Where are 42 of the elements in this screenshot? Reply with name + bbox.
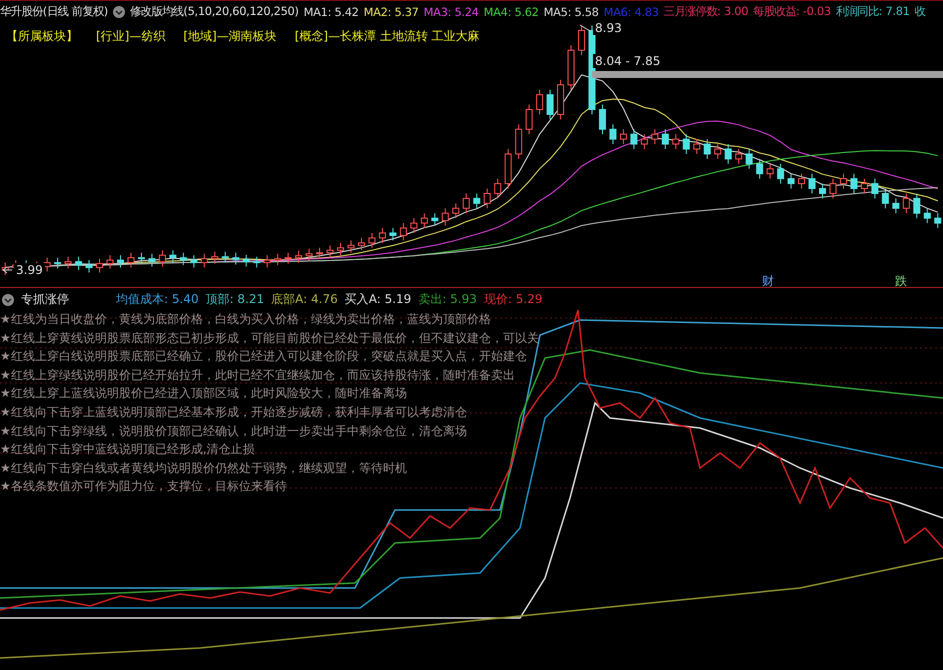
indicator-label: 收 xyxy=(914,4,926,19)
price-label: 8.93 xyxy=(593,21,624,35)
note-text: ★红线为当日收盘价，黄线为底部价格，白线为买入价格，绿线为卖出价格，蓝线为顶部价格 xyxy=(0,311,491,328)
indicator-value: 买入A: 5.19 xyxy=(344,291,412,308)
stock-title: 华升股份(日线 前复权) xyxy=(0,4,108,19)
indicator-value: 底部A: 4.76 xyxy=(271,291,338,308)
indicator-value: 卖出: 5.93 xyxy=(418,291,477,308)
indicator-value: 每股收益: -0.03 xyxy=(753,4,831,19)
note-text: ★红线向下击穿绿线，说明股价顶部已经确认，此时进一步卖出手中剩余仓位，清仓离场 xyxy=(0,422,467,440)
leader-line xyxy=(580,24,590,32)
price-label: 3.99 xyxy=(14,263,45,277)
indicator-value: MA3: 5.24 xyxy=(424,4,479,18)
indicator-value: MA6: 4.83 xyxy=(604,4,659,18)
note-text: ★红线向下击穿白线或者黄线均说明股价仍然处于弱势，继续观望，等待时机 xyxy=(0,460,407,477)
note-text: ★红线上穿上蓝线说明股价已经进入顶部区域，此时风险较大，随时准备离场 xyxy=(0,385,407,402)
note-text: ★红线上穿绿线说明股价已经开始拉升，此时已经不宜继续加仓，而应该持股待涨，随时准备卖出 xyxy=(0,366,515,384)
arrow-icon xyxy=(2,266,12,274)
note-text: ★红线上穿白线说明股票底部已经确立，股价已经进入可以建仓阶段，突破点就是买入点，开始建仓 xyxy=(0,348,527,366)
indicator-value: MA5: 5.58 xyxy=(544,4,599,18)
indicator-name: 修改版均线(5,10,20,60,120,250) xyxy=(130,4,299,19)
price-range-label: 8.04 - 7.85 xyxy=(593,54,662,68)
indicator-value: 三月涨停数: 3.00 xyxy=(664,4,748,19)
dropdown-icon[interactable] xyxy=(2,294,14,306)
sector-tag[interactable]: [行业]—纺织 xyxy=(96,28,166,45)
sector-tag[interactable]: [地域]—湖南板块 xyxy=(183,28,277,45)
indicator-value: 现价: 5.29 xyxy=(484,291,542,308)
indicator-value: MA1: 5.42 xyxy=(304,4,359,18)
dropdown-icon[interactable] xyxy=(112,6,125,18)
event-marker[interactable]: 跌 xyxy=(895,273,907,290)
note-text: ★红线上穿黄线说明股票底部形态已初步形成，可能目前股价已经处于最低价，但不建议建仓，可以关 xyxy=(0,330,539,347)
event-marker[interactable]: 财 xyxy=(762,273,774,290)
indicator-value: 利润同比: 7.81 xyxy=(836,4,910,19)
indicator-value: 顶部: 8.21 xyxy=(206,291,264,308)
sector-tag[interactable]: 【所属板块】 xyxy=(6,28,78,45)
indicator-value: MA2: 5.37 xyxy=(364,4,419,18)
sector-tag[interactable]: [概念]—长株潭 土地流转 工业大麻 xyxy=(294,28,480,45)
note-text: ★红线向下击穿上蓝线说明顶部已经基本形成，开始逐步减磅，获利丰厚者可以考虑清仓 xyxy=(0,404,467,421)
indicator-value: 均值成本: 5.40 xyxy=(116,291,199,308)
panel-title: 专抓涨停 xyxy=(21,291,69,308)
indicator-value: MA4: 5.62 xyxy=(484,4,539,18)
note-text: ★各线条数值亦可作为阻力位，支撑位，目标位来看待 xyxy=(0,478,287,496)
note-text: ★红线向下击穿中蓝线说明顶已经形成,清仓止损 xyxy=(0,441,255,458)
